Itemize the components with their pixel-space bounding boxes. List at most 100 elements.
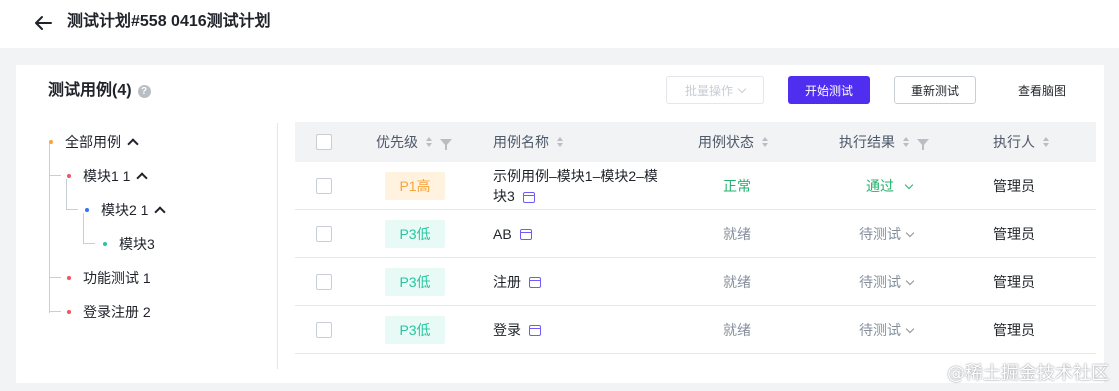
- sort-icon[interactable]: [762, 137, 768, 147]
- tree-dot-icon: [103, 242, 107, 246]
- calendar-icon[interactable]: [522, 191, 535, 203]
- tree-line: [49, 143, 50, 243]
- tree-line: [83, 213, 84, 243]
- tree-item-login-register[interactable]: 登录注册 2: [67, 300, 151, 324]
- row-checkbox[interactable]: [316, 322, 332, 338]
- executor: 管理员: [993, 322, 1035, 338]
- back-arrow-icon[interactable]: [32, 12, 54, 34]
- tree-item-label: 模块3: [119, 236, 155, 252]
- sort-icon[interactable]: [1043, 137, 1049, 147]
- case-name-cell[interactable]: AB: [493, 224, 532, 244]
- watermark: @稀土掘金技术社区: [947, 363, 1109, 384]
- tree-line: [83, 243, 95, 244]
- tree-item-module1[interactable]: 模块1 1: [67, 164, 149, 188]
- chevron-up-icon[interactable]: [136, 172, 149, 184]
- chevron-down-icon: [905, 228, 915, 237]
- calendar-icon[interactable]: [519, 228, 532, 240]
- chevron-up-icon[interactable]: [154, 206, 167, 218]
- page-title: 测试计划#558 0416测试计划: [67, 13, 271, 30]
- filter-icon[interactable]: [917, 138, 929, 150]
- priority-tag: P1高: [385, 172, 445, 200]
- batch-operation-label: 批量操作: [684, 83, 733, 98]
- top-bar: 测试计划#558 0416测试计划: [0, 0, 1119, 48]
- result-dropdown[interactable]: 通过: [866, 176, 914, 196]
- tree-dot-icon: [67, 276, 71, 280]
- tree-dot-icon: [85, 208, 89, 212]
- chevron-down-icon: [904, 180, 914, 189]
- row-checkbox[interactable]: [316, 226, 332, 242]
- tree-line: [49, 277, 61, 278]
- tree-line: [49, 311, 61, 312]
- section-title: 测试用例(4) ?: [48, 80, 151, 102]
- executor: 管理员: [993, 226, 1035, 242]
- tree-item-label: 登录注册 2: [83, 304, 151, 320]
- retest-button[interactable]: 重新测试: [894, 76, 976, 104]
- tree-item-module3[interactable]: 模块3: [103, 232, 155, 256]
- view-mindmap-button[interactable]: 查看脑图: [1006, 76, 1078, 104]
- tree-line: [49, 175, 61, 176]
- section-title-text: 测试用例(4): [48, 82, 132, 99]
- case-state: 就绪: [723, 274, 751, 290]
- tree-item-label: 功能测试 1: [83, 270, 151, 286]
- case-name-cell[interactable]: 注册: [493, 272, 541, 292]
- batch-operation-button[interactable]: 批量操作: [666, 76, 764, 104]
- tree-dot-icon: [49, 140, 53, 144]
- table-row[interactable]: P3低 AB 就绪 待测试 管理员: [295, 210, 1096, 258]
- case-name[interactable]: 注册: [493, 272, 521, 292]
- case-name[interactable]: 登录: [493, 320, 521, 340]
- column-header-result[interactable]: 执行结果: [839, 132, 929, 152]
- sort-icon[interactable]: [557, 137, 563, 147]
- chevron-up-icon[interactable]: [127, 138, 139, 150]
- tree-item-label: 全部用例: [65, 134, 121, 150]
- column-header-priority[interactable]: 优先级: [376, 132, 452, 152]
- column-header-label: 用例状态: [698, 134, 754, 150]
- tree-item-all-cases[interactable]: 全部用例: [49, 130, 139, 154]
- chevron-down-icon: [737, 84, 747, 93]
- column-header-state[interactable]: 用例状态: [698, 132, 768, 152]
- start-test-button[interactable]: 开始测试: [788, 76, 870, 104]
- column-header-label: 执行结果: [839, 134, 895, 150]
- select-all-checkbox[interactable]: [316, 134, 332, 150]
- result-dropdown[interactable]: 待测试: [859, 224, 915, 244]
- row-checkbox[interactable]: [316, 274, 332, 290]
- table-row[interactable]: P3低 注册 就绪 待测试 管理员: [295, 258, 1096, 306]
- result-dropdown[interactable]: 待测试: [859, 320, 915, 340]
- column-header-name[interactable]: 用例名称: [493, 132, 563, 152]
- tree-item-function-test[interactable]: 功能测试 1: [67, 266, 151, 290]
- calendar-icon[interactable]: [529, 324, 541, 336]
- case-name-cell[interactable]: 示例用例–模块1–模块2–模块3: [493, 166, 663, 206]
- test-case-card: 测试用例(4) ? 批量操作 开始测试 重新测试 查看脑图 全部用例 模块1 1: [16, 65, 1104, 383]
- table-row[interactable]: P1高 示例用例–模块1–模块2–模块3 正常 通过 管理员: [295, 162, 1096, 210]
- case-name[interactable]: AB: [493, 224, 512, 244]
- column-header-executor[interactable]: 执行人: [993, 132, 1049, 152]
- tree-dot-icon: [67, 310, 71, 314]
- calendar-icon[interactable]: [529, 276, 541, 288]
- table-header: 优先级 用例名称 用例状态 执行结果 执行人: [295, 122, 1096, 162]
- tree-item-label: 模块1 1: [83, 168, 131, 184]
- sort-icon[interactable]: [426, 137, 432, 147]
- case-name[interactable]: 示例用例–模块1–模块2–模块3: [493, 168, 658, 204]
- result-label: 通过: [866, 178, 894, 194]
- help-icon[interactable]: ?: [137, 84, 151, 98]
- module-tree: 全部用例 模块1 1 模块2 1 模块3 功能测试 1 登录注册 2: [16, 123, 278, 369]
- result-dropdown[interactable]: 待测试: [859, 272, 915, 292]
- tree-dot-icon: [67, 174, 71, 178]
- table-row[interactable]: P3低 登录 就绪 待测试 管理员: [295, 306, 1096, 354]
- case-name-cell[interactable]: 登录: [493, 320, 541, 340]
- case-state: 就绪: [723, 226, 751, 242]
- row-checkbox[interactable]: [316, 178, 332, 194]
- tree-line: [66, 209, 78, 210]
- case-state: 就绪: [723, 322, 751, 338]
- filter-icon[interactable]: [440, 138, 452, 150]
- priority-tag: P3低: [385, 268, 445, 296]
- tree-line: [49, 243, 50, 313]
- executor: 管理员: [993, 178, 1035, 194]
- column-header-label: 用例名称: [493, 134, 549, 150]
- test-case-table: 优先级 用例名称 用例状态 执行结果 执行人 P1高 示例用例–模块1–模块2–…: [295, 122, 1096, 354]
- tree-item-module2[interactable]: 模块2 1: [85, 198, 167, 222]
- result-label: 待测试: [859, 226, 901, 242]
- column-header-label: 优先级: [376, 134, 418, 150]
- sort-icon[interactable]: [903, 137, 909, 147]
- result-label: 待测试: [859, 322, 901, 338]
- tree-item-label: 模块2 1: [101, 202, 149, 218]
